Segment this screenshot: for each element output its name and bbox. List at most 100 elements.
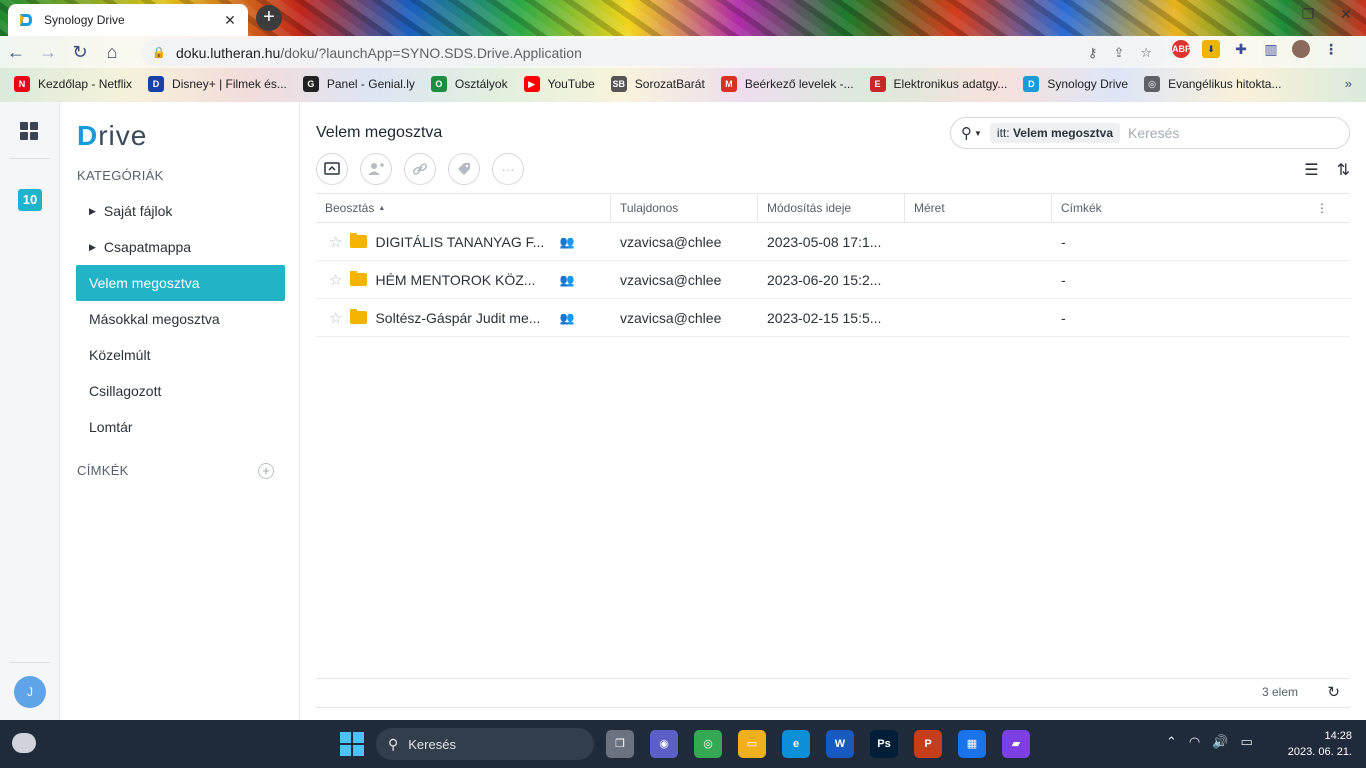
window-close-icon[interactable]: ✕	[1336, 6, 1356, 26]
bookmarks-more-icon[interactable]: »	[1345, 76, 1352, 91]
browser-tab[interactable]: Synology Drive ✕	[8, 4, 248, 36]
url-text[interactable]: doku.lutheran.hu/doku/?launchApp=SYNO.SD…	[176, 45, 1088, 61]
address-bar[interactable]: 🔒 doku.lutheran.hu/doku/?launchApp=SYNO.…	[142, 39, 1166, 66]
add-user-icon	[368, 163, 384, 175]
table-header: Beosztás ▲ Tulajdonos Módosítás ideje Mér…	[316, 193, 1350, 223]
taskbar-search[interactable]: ⚲ Keresés	[376, 728, 594, 760]
caret-right-icon[interactable]: ▶	[89, 242, 96, 253]
youtube-icon: ▶	[523, 76, 540, 92]
column-header-owner[interactable]: Tulajdonos	[611, 194, 758, 222]
edge-icon[interactable]: e	[782, 730, 810, 758]
chevron-up-icon[interactable]: ⌃	[1166, 734, 1177, 750]
puzzle-icon[interactable]: ✚	[1232, 40, 1250, 58]
sorozatbarat-icon: SB	[610, 76, 627, 92]
search-icon[interactable]: ⚲	[961, 124, 972, 142]
battery-icon[interactable]: ▭	[1240, 734, 1252, 750]
sidebar-item-starred[interactable]: Csillagozott	[76, 373, 285, 409]
file-name[interactable]: DIGITÁLIS TANANYAG F...	[375, 234, 549, 250]
search-input[interactable]	[1128, 125, 1318, 141]
clock[interactable]: 14:28 2023. 06. 21.	[1288, 728, 1352, 760]
home-icon[interactable]: ⌂	[96, 36, 128, 68]
table-row[interactable]: ☆ Soltész-Gáspár Judit me... 👥 vzavicsa@…	[316, 299, 1350, 337]
sidebar-item-my-files[interactable]: ▶ Saját fájlok	[76, 193, 285, 229]
download-extension-icon[interactable]: ⬇	[1202, 40, 1220, 58]
calendar-icon[interactable]: ▦	[958, 730, 986, 758]
table-row[interactable]: ☆ HÉM MENTOROK KÖZ... 👥 vzavicsa@chlee 2…	[316, 261, 1350, 299]
word-icon[interactable]: W	[826, 730, 854, 758]
side-panel-icon[interactable]: ▥	[1262, 40, 1280, 58]
back-icon[interactable]: ←	[0, 36, 32, 68]
restore-icon[interactable]: ❐	[1298, 6, 1318, 26]
bookmark-item[interactable]: O Osztályok	[430, 76, 508, 92]
tags-heading: CÍMKÉK	[77, 463, 129, 478]
bookmark-item[interactable]: M Beérkező levelek -...	[720, 76, 854, 92]
sidebar-item-team-folder[interactable]: ▶ Csapatmappa	[76, 229, 285, 265]
star-icon[interactable]: ☆	[329, 271, 342, 289]
reload-icon[interactable]: ↻	[64, 36, 96, 68]
forward-icon[interactable]: →	[32, 36, 64, 68]
synology-drive-favicon-icon	[20, 14, 32, 26]
clipchamp-icon[interactable]: ▰	[1002, 730, 1030, 758]
app-grid-icon[interactable]	[20, 122, 38, 140]
teams-chat-icon[interactable]: ◉	[650, 730, 678, 758]
globe-icon: ◎	[1144, 76, 1161, 92]
link-button[interactable]	[404, 153, 436, 185]
caret-right-icon[interactable]: ▶	[89, 206, 96, 217]
bookmark-item[interactable]: N Kezdőlap - Netflix	[14, 76, 132, 92]
chrome-icon[interactable]: ◎	[694, 730, 722, 758]
bookmark-item[interactable]: E Elektronikus adatgy...	[869, 76, 1007, 92]
photoshop-icon[interactable]: Ps	[870, 730, 898, 758]
sidebar-item-shared-with-others[interactable]: Másokkal megosztva	[76, 301, 285, 337]
column-header-name[interactable]: Beosztás ▲	[316, 194, 611, 222]
file-name[interactable]: HÉM MENTOROK KÖZ...	[375, 272, 549, 288]
adblock-icon[interactable]: ABP	[1172, 40, 1191, 58]
column-menu-icon[interactable]: ⋮	[1316, 201, 1328, 215]
sidebar-item-recent[interactable]: Közelmúlt	[76, 337, 285, 373]
new-tab-button[interactable]: +	[256, 5, 282, 31]
profile-avatar-icon[interactable]	[1292, 40, 1310, 58]
bookmark-star-icon[interactable]: ☆	[1140, 45, 1152, 61]
notification-badge[interactable]: 10	[18, 189, 42, 211]
bookmark-item[interactable]: G Panel - Genial.ly	[302, 76, 415, 92]
menu-kebab-icon[interactable]: ⋮	[1322, 40, 1340, 58]
share-icon[interactable]: ⇪	[1113, 45, 1124, 61]
sidebar-item-shared-with-me[interactable]: Velem megosztva	[76, 265, 285, 301]
table-row[interactable]: ☆ DIGITÁLIS TANANYAG F... 👥 vzavicsa@chl…	[316, 223, 1350, 261]
wifi-icon[interactable]: ◠	[1189, 734, 1200, 750]
start-icon[interactable]	[340, 732, 364, 756]
lock-icon[interactable]: 🔒	[152, 46, 166, 59]
window-controls: ❐ ✕	[1298, 6, 1356, 26]
key-icon[interactable]: ⚷	[1088, 45, 1098, 61]
search-box[interactable]: ⚲ ▼ itt: Velem megosztva	[950, 117, 1350, 149]
upload-button[interactable]	[316, 153, 348, 185]
more-button[interactable]: ···	[492, 153, 524, 185]
bookmark-item[interactable]: SB SorozatBarát	[610, 76, 705, 92]
add-user-button[interactable]	[360, 153, 392, 185]
page-title: Velem megosztva	[316, 124, 443, 141]
refresh-icon[interactable]: ↻	[1327, 683, 1340, 701]
star-icon[interactable]: ☆	[329, 233, 342, 251]
bookmark-item[interactable]: ◎ Evangélikus hitokta...	[1144, 76, 1281, 92]
sidebar-item-trash[interactable]: Lomtár	[76, 409, 285, 445]
file-name[interactable]: Soltész-Gáspár Judit me...	[375, 310, 549, 326]
user-avatar[interactable]: J	[14, 676, 46, 708]
tag-button[interactable]	[448, 153, 480, 185]
column-header-tags[interactable]: Címkék ⋮	[1052, 194, 1334, 222]
bookmark-item[interactable]: ▶ YouTube	[523, 76, 595, 92]
file-explorer-icon[interactable]: ▭	[738, 730, 766, 758]
column-header-size[interactable]: Méret	[905, 194, 1052, 222]
taskview-icon[interactable]: ❐	[606, 730, 634, 758]
list-view-icon[interactable]: ☰	[1304, 160, 1318, 180]
powerpoint-icon[interactable]: P	[914, 730, 942, 758]
search-scope-chip[interactable]: itt: Velem megosztva	[989, 123, 1120, 143]
volume-icon[interactable]: 🔊	[1212, 734, 1228, 750]
star-icon[interactable]: ☆	[329, 309, 342, 327]
weather-icon[interactable]	[12, 733, 36, 753]
bookmark-item[interactable]: D Synology Drive	[1023, 76, 1128, 92]
column-header-modified[interactable]: Módosítás ideje	[758, 194, 905, 222]
add-tag-button[interactable]: +	[258, 463, 274, 479]
bookmark-item[interactable]: D Disney+ | Filmek és...	[148, 76, 287, 92]
tab-close-icon[interactable]: ✕	[222, 12, 238, 28]
chevron-down-icon[interactable]: ▼	[974, 129, 982, 138]
sort-icon[interactable]: ⇅	[1337, 160, 1350, 180]
